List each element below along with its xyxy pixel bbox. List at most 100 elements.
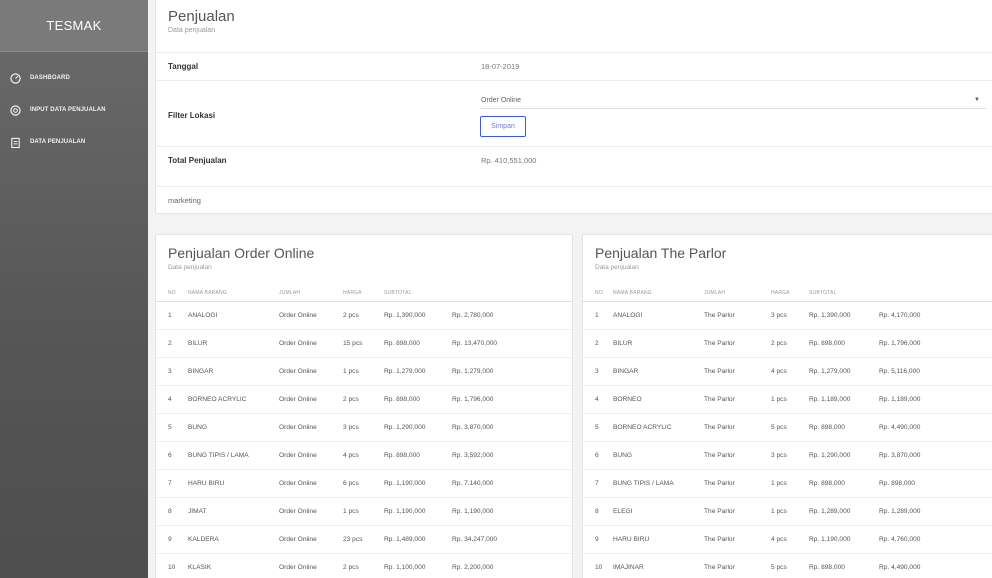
table-row: 5 BORNEO ACRYLIC The Parlor 5 pcs Rp. 898,00… — [583, 413, 992, 442]
table-header-row: NO NAMA BARANG JUMLAH HARGA SUBTOTAL — [583, 285, 992, 302]
table-cell: 2 pcs — [343, 301, 384, 330]
table-cell: Rp. 1,290,000 — [384, 413, 452, 442]
column-header: SUBTOTAL — [809, 285, 879, 302]
column-header: SUBTOTAL — [384, 285, 452, 302]
table-cell: 9 — [583, 525, 613, 554]
table-cell: The Parlor — [704, 497, 771, 526]
table-cell: 5 — [156, 413, 188, 442]
table-cell: Rp. 1,190,000 — [809, 525, 879, 554]
table-cell: 2 — [583, 329, 613, 358]
table-cell: Rp. 898,000 — [384, 441, 452, 470]
table-cell: BILUR — [188, 329, 279, 358]
table-cell: Rp. 898,000 — [809, 413, 879, 442]
table-cell: 4 — [583, 385, 613, 414]
table-cell: ELEGI — [613, 497, 704, 526]
sidebar-item-label: INPUT DATA PENJUALAN — [30, 107, 106, 113]
table-row: 2 BILUR Order Online 15 pcs Rp. 898,000 Rp. 1… — [156, 329, 572, 358]
table-cell: 3 — [583, 357, 613, 386]
table-row: 3 BINGAR The Parlor 4 pcs Rp. 1,279,000 Rp. 5… — [583, 357, 992, 386]
sidebar-item-input-data-penjualan[interactable]: INPUT DATA PENJUALAN — [0, 94, 148, 126]
table-cell: 3 pcs — [343, 413, 384, 442]
table-cell: Rp. 4,490,000 — [879, 413, 992, 442]
table-cell: 23 pcs — [343, 525, 384, 554]
table-cell: Rp. 2,200,000 — [452, 553, 572, 578]
table-cell: KLASIK — [188, 553, 279, 578]
simpan-button[interactable]: Simpan — [480, 116, 526, 137]
table-cell: 5 pcs — [771, 553, 809, 578]
table-cell: Rp. 898,000 — [809, 469, 879, 498]
table-cell: Rp. 1,279,000 — [452, 357, 572, 386]
table-cell: 15 pcs — [343, 329, 384, 358]
main-content: Penjualan Data penjualan Tanggal 18-07-2… — [148, 0, 992, 578]
table-cell: BINGAR — [613, 357, 704, 386]
table-cell: Rp. 1,279,000 — [384, 357, 452, 386]
table-row: 9 HARU BIRU The Parlor 4 pcs Rp. 1,190,000 Rp… — [583, 525, 992, 554]
order-online-sales-card: Penjualan Order Online Data penjualan NO… — [155, 234, 573, 578]
column-header: NAMA BARANG — [188, 285, 279, 302]
table-cell: Rp. 1,279,000 — [809, 357, 879, 386]
sidebar: TESMAK DASHBOARD INPUT DATA PENJUALAN DA… — [0, 0, 148, 578]
filter-lokasi-select[interactable]: Order Online ▼ — [480, 95, 986, 109]
table-cell: Rp. 1,289,000 — [879, 497, 992, 526]
table-cell: Rp. 898,000 — [809, 553, 879, 578]
table-cell: HARU BIRU — [188, 469, 279, 498]
note-text: marketing — [168, 196, 201, 205]
table-row: 7 BUNG TIPIS / LAMA The Parlor 1 pcs Rp. 898… — [583, 469, 992, 498]
sales-summary-card: Penjualan Data penjualan Tanggal 18-07-2… — [155, 0, 992, 214]
table-cell: Rp. 898,000 — [384, 385, 452, 414]
table-row: 8 JIMAT Order Online 1 pcs Rp. 1,190,000 Rp. … — [156, 497, 572, 526]
table-cell: The Parlor — [704, 385, 771, 414]
table-cell: 2 pcs — [343, 553, 384, 578]
table-cell: Rp. 3,870,000 — [452, 413, 572, 442]
filter-lokasi-label: Filter Lokasi — [168, 111, 216, 120]
column-header — [452, 285, 572, 302]
table-cell: Order Online — [279, 357, 343, 386]
clipboard-icon — [10, 137, 21, 148]
table-cell: 4 — [156, 385, 188, 414]
table-cell: 8 — [583, 497, 613, 526]
table-cell: 1 pcs — [343, 497, 384, 526]
filter-lokasi-selected: Order Online — [481, 97, 522, 104]
table-cell: Rp. 1,390,000 — [809, 301, 879, 330]
table-row: 4 BORNEO The Parlor 1 pcs Rp. 1,189,000 Rp. 1… — [583, 385, 992, 414]
table-row: 5 BUNG Order Online 3 pcs Rp. 1,290,000 Rp. 3… — [156, 413, 572, 442]
table-cell: BUNG TIPIS / LAMA — [613, 469, 704, 498]
table-cell: 6 — [156, 441, 188, 470]
table-cell: The Parlor — [704, 553, 771, 578]
table-row: 8 ELEGI The Parlor 1 pcs Rp. 1,289,000 Rp. 1,… — [583, 497, 992, 526]
brand-logo[interactable]: TESMAK — [0, 0, 148, 52]
table-cell: Rp. 34,247,000 — [452, 525, 572, 554]
table-cell: 1 pcs — [771, 385, 809, 414]
table-cell: Rp. 1,190,000 — [384, 497, 452, 526]
tanggal-value[interactable]: 18-07-2019 — [481, 62, 519, 71]
note-row: marketing — [156, 186, 992, 214]
filter-lokasi-row: Filter Lokasi Order Online ▼ Simpan — [156, 80, 992, 146]
table-cell: 8 — [156, 497, 188, 526]
table-cell: 5 pcs — [771, 413, 809, 442]
table-cell: Rp. 1,390,000 — [384, 301, 452, 330]
column-header — [879, 285, 992, 302]
table-cell: The Parlor — [704, 413, 771, 442]
table-cell: Order Online — [279, 497, 343, 526]
table-row: 1 ANALOGI The Parlor 3 pcs Rp. 1,390,000 Rp. … — [583, 301, 992, 330]
table-cell: Order Online — [279, 385, 343, 414]
table-row: 4 BORNEO ACRYLIC Order Online 2 pcs Rp. 898,… — [156, 385, 572, 414]
table-cell: 10 — [583, 553, 613, 578]
table-cell: Rp. 1,796,000 — [879, 329, 992, 358]
column-header: HARGA — [343, 285, 384, 302]
table-cell: 10 — [156, 553, 188, 578]
table-cell: 2 — [156, 329, 188, 358]
sidebar-item-dashboard[interactable]: DASHBOARD — [0, 62, 148, 94]
sidebar-item-data-penjualan[interactable]: DATA PENJUALAN — [0, 126, 148, 158]
table-cell: Rp. 13,470,000 — [452, 329, 572, 358]
total-penjualan-row: Total Penjualan Rp. 410,551,000 — [156, 146, 992, 186]
table-cell: The Parlor — [704, 329, 771, 358]
table-row: 7 HARU BIRU Order Online 6 pcs Rp. 1,190,000… — [156, 469, 572, 498]
input-circle-icon — [10, 104, 21, 116]
table-cell: Rp. 4,760,000 — [879, 525, 992, 554]
table-cell: BINGAR — [188, 357, 279, 386]
table-cell: BUNG TIPIS / LAMA — [188, 441, 279, 470]
table-cell: BORNEO ACRYLIC — [188, 385, 279, 414]
table-row: 10 KLASIK Order Online 2 pcs Rp. 1,100,000 Rp… — [156, 553, 572, 578]
table-cell: Rp. 1,489,000 — [384, 525, 452, 554]
